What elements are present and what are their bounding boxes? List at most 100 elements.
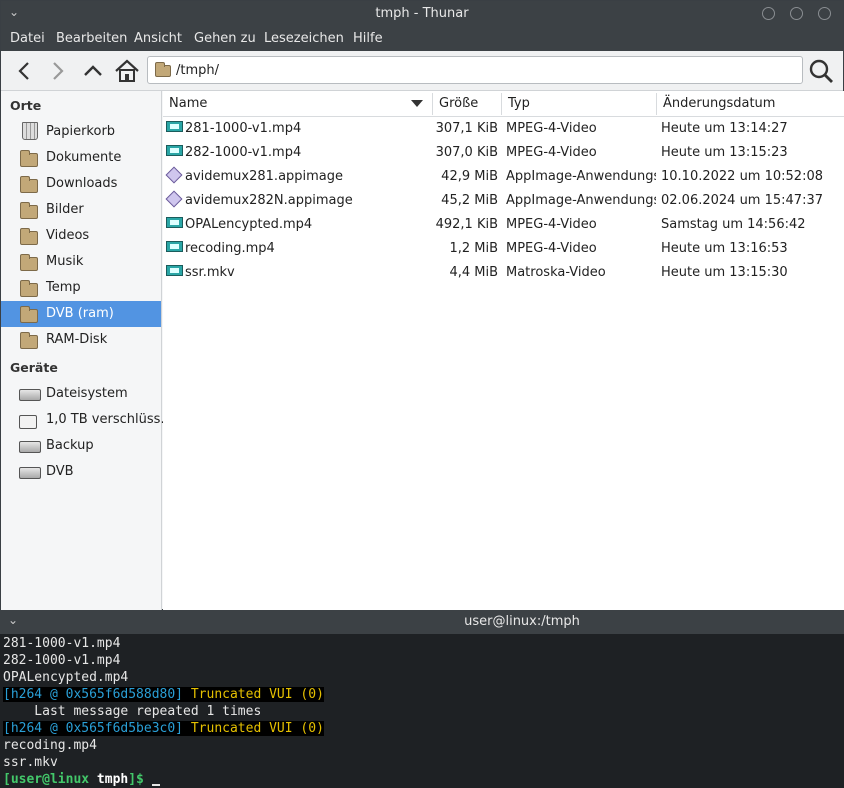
folder-icon [20, 254, 38, 271]
sidebar-item-dateisystem[interactable]: Dateisystem [1, 381, 161, 407]
toolbar: /tmph/ [1, 51, 843, 91]
video-icon [166, 241, 183, 252]
home-button[interactable] [113, 57, 141, 85]
file-name: 282-1000-v1.mp4 [185, 145, 302, 160]
menu-bar: Datei Bearbeiten Ansicht Gehen zu Leseze… [1, 27, 843, 51]
sidebar-item-label: Backup [46, 438, 94, 453]
appimage-icon [165, 190, 183, 208]
file-size: 1,2 MiB [449, 241, 498, 256]
file-row[interactable]: ssr.mkv 4,4 MiB Matroska-Video Heute um … [163, 262, 844, 286]
sidebar: Orte Papierkorb Dokumente Downloads Bild… [1, 91, 173, 610]
search-button[interactable] [807, 57, 835, 85]
sidebar-item-label: Musik [46, 254, 84, 269]
file-date: Heute um 13:14:27 [661, 121, 788, 136]
maximize-button[interactable] [790, 7, 803, 20]
sidebar-item-label: RAM-Disk [46, 332, 108, 347]
prompt-user: [user@linux [3, 772, 90, 787]
folder-icon [20, 306, 38, 323]
column-size[interactable]: Größe [439, 96, 478, 111]
terminal-output[interactable]: 281-1000-v1.mp4 282-1000-v1.mp4 OPALency… [3, 635, 324, 788]
menu-datei[interactable]: Datei [10, 31, 45, 46]
terminal-line: 282-1000-v1.mp4 [3, 653, 121, 668]
terminal-line: ssr.mkv [3, 755, 58, 770]
forward-arrow-icon [53, 62, 64, 80]
terminal-warning: Truncated VUI (0) [183, 721, 324, 736]
back-button[interactable] [11, 57, 39, 85]
sidebar-item-label: Dokumente [46, 150, 122, 165]
video-icon [166, 265, 183, 276]
file-date: Heute um 13:15:30 [661, 265, 788, 280]
terminal-log-prefix: [h264 @ 0x565f6d588d80] [3, 687, 184, 702]
drive-icon [19, 467, 41, 479]
file-size: 42,9 MiB [441, 169, 498, 184]
minimize-button[interactable] [762, 7, 775, 20]
menu-hilfe[interactable]: Hilfe [353, 31, 383, 46]
terminal-line: recoding.mp4 [3, 738, 97, 753]
file-row[interactable]: 281-1000-v1.mp4 307,1 KiB MPEG-4-Video H… [163, 118, 844, 142]
file-name: recoding.mp4 [185, 241, 275, 256]
location-bar[interactable]: /tmph/ [147, 56, 803, 84]
file-size: 307,0 KiB [435, 145, 498, 160]
file-date: 02.06.2024 um 15:47:37 [661, 193, 823, 208]
home-icon [115, 59, 139, 82]
terminal-cursor [151, 784, 160, 786]
file-row[interactable]: OPALencypted.mp4 492,1 KiB MPEG-4-Video … [163, 214, 844, 238]
sidebar-item-videos[interactable]: Videos [1, 223, 161, 249]
sidebar-item-label: Downloads [46, 176, 118, 191]
sidebar-item-dokumente[interactable]: Dokumente [1, 145, 161, 171]
menu-ansicht[interactable]: Ansicht [134, 31, 182, 46]
parent-folder-button[interactable] [79, 57, 107, 85]
column-date[interactable]: Änderungsdatum [663, 96, 775, 111]
file-row[interactable]: 282-1000-v1.mp4 307,0 KiB MPEG-4-Video H… [163, 142, 844, 166]
sidebar-item-label: 1,0 TB verschlüss… [46, 412, 174, 427]
location-path: /tmph/ [176, 63, 220, 78]
menu-gehen-zu[interactable]: Gehen zu [194, 31, 256, 46]
folder-icon [20, 332, 38, 349]
terminal-title: user@linux:/tmph [464, 614, 580, 629]
encrypted-drive-icon [19, 415, 37, 429]
forward-button[interactable] [43, 57, 71, 85]
sidebar-item-dvb-ram[interactable]: DVB (ram) [1, 301, 161, 327]
file-row[interactable]: recoding.mp4 1,2 MiB MPEG-4-Video Heute … [163, 238, 844, 262]
file-type: MPEG-4-Video [506, 121, 597, 136]
sidebar-item-label: DVB (ram) [46, 306, 114, 321]
sidebar-item-encrypted-drive[interactable]: 1,0 TB verschlüss… [1, 407, 173, 433]
file-type: AppImage-Anwendungspa [506, 193, 656, 208]
sidebar-item-temp[interactable]: Temp [1, 275, 161, 301]
sidebar-item-dvb[interactable]: DVB [1, 459, 161, 485]
sidebar-item-label: Temp [46, 280, 81, 295]
close-button[interactable] [818, 7, 831, 20]
file-name: ssr.mkv [185, 265, 235, 280]
column-type[interactable]: Typ [508, 96, 530, 111]
sidebar-item-papierkorb[interactable]: Papierkorb [1, 119, 161, 145]
terminal-line: 281-1000-v1.mp4 [3, 636, 121, 651]
sidebar-item-bilder[interactable]: Bilder [1, 197, 161, 223]
folder-icon [20, 176, 38, 193]
column-name[interactable]: Name [169, 96, 207, 111]
file-type: MPEG-4-Video [506, 241, 597, 256]
file-type: Matroska-Video [506, 265, 606, 280]
sidebar-item-musik[interactable]: Musik [1, 249, 161, 275]
file-date: 10.10.2022 um 10:52:08 [661, 169, 823, 184]
prompt-dir: tmph [89, 772, 129, 787]
menu-lesezeichen[interactable]: Lesezeichen [264, 31, 344, 46]
sidebar-item-label: DVB [46, 464, 74, 479]
sidebar-item-ram-disk[interactable]: RAM-Disk [1, 327, 161, 353]
thunar-window: ⌄ tmph - Thunar Datei Bearbeiten Ansicht… [0, 0, 844, 610]
file-size: 45,2 MiB [441, 193, 498, 208]
file-row[interactable]: avidemux281.appimage 42,9 MiB AppImage-A… [163, 166, 844, 190]
file-row[interactable]: avidemux282N.appimage 45,2 MiB AppImage-… [163, 190, 844, 214]
sidebar-item-label: Videos [46, 228, 90, 243]
sidebar-item-downloads[interactable]: Downloads [1, 171, 161, 197]
drive-icon [19, 441, 41, 453]
menu-bearbeiten[interactable]: Bearbeiten [56, 31, 127, 46]
sidebar-item-backup[interactable]: Backup [1, 433, 161, 459]
sort-descending-icon [411, 100, 423, 107]
video-icon [166, 145, 183, 156]
terminal-window[interactable]: ⌄ user@linux:/tmph 281-1000-v1.mp4 282-1… [0, 610, 844, 788]
back-arrow-icon [18, 62, 29, 80]
sidebar-item-label: Papierkorb [46, 124, 116, 139]
prompt-symbol: ]$ [128, 772, 144, 787]
file-type: MPEG-4-Video [506, 145, 597, 160]
file-date: Samstag um 14:56:42 [661, 217, 806, 232]
